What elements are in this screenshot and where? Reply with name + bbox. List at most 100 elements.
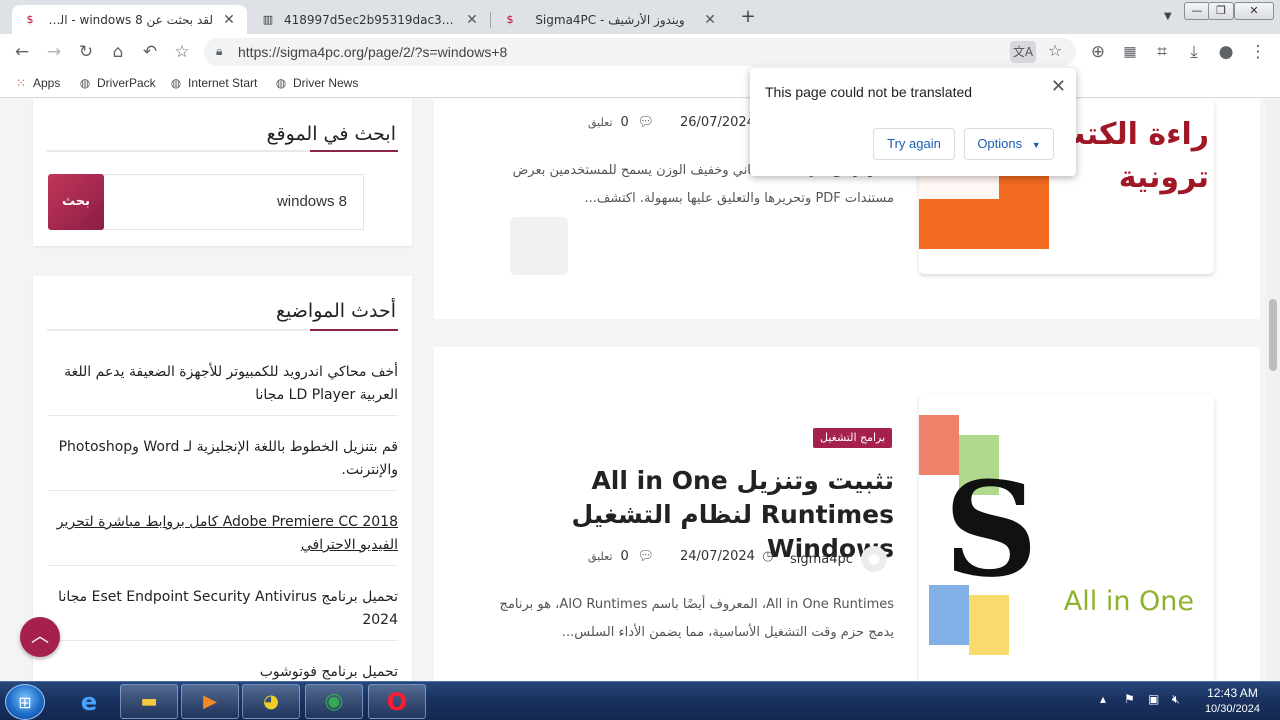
bookmark-apps[interactable]: ⁙ Apps bbox=[14, 76, 60, 90]
comments-count: 0 bbox=[620, 115, 629, 130]
recent-post-link[interactable]: Adobe Premiere CC 2018 كامل بروابط مباشر… bbox=[48, 511, 398, 557]
bookmark-internet-start[interactable]: ◍ Internet Start bbox=[169, 76, 258, 90]
section-underline bbox=[47, 150, 398, 152]
chevron-down-icon: ▼ bbox=[1031, 140, 1041, 150]
thumb-text: راءة الكتب bbox=[1055, 117, 1209, 152]
sigma-logo: S bbox=[944, 453, 1038, 606]
tab-archive[interactable]: $ ويندوز الأرشيف - Sigma4PC ✕ bbox=[492, 5, 728, 34]
file-explorer-icon[interactable]: ▬ bbox=[120, 684, 178, 719]
restore-button[interactable]: ❐ bbox=[1208, 2, 1234, 20]
clock-date: 10/30/2024 bbox=[1204, 703, 1260, 715]
recent-post-link[interactable]: أخف محاكي اندرويد للكمبيوتر للأجهزة الضع… bbox=[48, 361, 398, 407]
globe-icon: ◍ bbox=[275, 76, 287, 90]
options-label: Options bbox=[977, 136, 1023, 151]
search-button[interactable]: بحث bbox=[48, 174, 104, 230]
scrollbar-thumb[interactable] bbox=[1269, 299, 1277, 371]
profile-icon[interactable]: ● bbox=[1214, 40, 1238, 64]
document-favicon-icon: ▥ bbox=[262, 13, 274, 26]
post-date: 26/07/2024 bbox=[680, 115, 755, 130]
download-icon[interactable]: ⤓ bbox=[1182, 40, 1206, 64]
star-icon[interactable]: ☆ bbox=[1048, 41, 1062, 60]
action-center-flag-icon[interactable]: ⚑ bbox=[1124, 692, 1135, 706]
extension-icon[interactable]: ⊕ bbox=[1086, 40, 1110, 64]
url-text[interactable]: https://sigma4pc.org/page/2/?s=windows+8 bbox=[238, 44, 507, 60]
apps-grid-icon[interactable]: ▦ bbox=[1118, 40, 1142, 64]
search-input[interactable]: windows 8 bbox=[70, 174, 364, 230]
close-tab-icon[interactable]: ✕ bbox=[221, 12, 237, 28]
options-button[interactable]: Options ▼ bbox=[964, 128, 1054, 160]
tab-search-results[interactable]: $ لقد بحثت عن windows 8 - الصفحة 2 م ✕ bbox=[12, 5, 247, 34]
post-comments[interactable]: تعليق 0 💬︎ bbox=[588, 115, 655, 130]
translate-error-message: This page could not be translated bbox=[765, 84, 973, 100]
close-window-button[interactable]: ✕ bbox=[1234, 2, 1274, 20]
opera-icon[interactable]: O bbox=[368, 684, 426, 719]
loading-placeholder bbox=[510, 217, 568, 275]
post-comments[interactable]: تعليق 0 💬︎ bbox=[588, 549, 655, 564]
globe-icon: ◍ bbox=[170, 76, 182, 90]
tab-title: لقد بحثت عن windows 8 - الصفحة 2 م bbox=[46, 12, 213, 27]
globe-icon: ◍ bbox=[79, 76, 91, 90]
chrome-icon[interactable]: ◉ bbox=[305, 684, 363, 719]
date-text: 26/07/2024 bbox=[680, 115, 755, 130]
list-divider bbox=[48, 415, 398, 416]
translate-popup: This page could not be translated ✕ Try … bbox=[750, 68, 1076, 176]
avatar-icon: ● bbox=[860, 546, 887, 572]
search-input-value[interactable]: windows 8 bbox=[277, 193, 347, 210]
back-to-top-button[interactable]: ︿ bbox=[20, 617, 60, 657]
home-icon[interactable]: ⌂ bbox=[106, 40, 130, 64]
comments-icon: 💬︎ bbox=[637, 549, 655, 564]
windows-taskbar: ⊞ e ▬ ▶ ◕ ◉ O ▴ ⚑ ▣ 🔇︎ 12:43 AM 10/30/20… bbox=[0, 681, 1280, 720]
tab-document[interactable]: ▥ 418997d5ec2b95319dac341720e ✕ bbox=[250, 5, 490, 34]
start-button[interactable]: ⊞ bbox=[5, 684, 45, 720]
bookmark-driverpack[interactable]: ◍ DriverPack bbox=[78, 76, 156, 90]
tab-separator bbox=[490, 12, 491, 28]
bookmark-star-icon[interactable]: ☆ bbox=[170, 40, 194, 64]
recent-post-link[interactable]: قم بتنزيل الخطوط باللغة الإنجليزية لـ Wo… bbox=[48, 436, 398, 482]
tab-title: ويندوز الأرشيف - Sigma4PC bbox=[535, 12, 685, 27]
reload-icon[interactable]: ↻ bbox=[74, 40, 98, 64]
volume-muted-icon[interactable]: 🔇︎ bbox=[1172, 692, 1180, 707]
apps-grid-icon: ⁙ bbox=[15, 76, 27, 90]
driverpack-icon[interactable]: ◕ bbox=[242, 684, 300, 719]
close-icon[interactable]: ✕ bbox=[1051, 76, 1066, 97]
forward-arrow-icon[interactable]: → bbox=[42, 40, 66, 64]
tab-title: 418997d5ec2b95319dac341720e bbox=[284, 12, 456, 27]
category-badge[interactable]: برامج التشغيل bbox=[813, 428, 893, 448]
network-icon[interactable]: ▣ bbox=[1148, 692, 1159, 706]
comments-count: 0 bbox=[620, 549, 629, 564]
thumb-text: ترونية bbox=[1119, 160, 1209, 195]
crop-icon[interactable]: ⌗ bbox=[1150, 40, 1174, 64]
minimize-button[interactable]: — bbox=[1184, 2, 1210, 20]
translate-icon[interactable]: 文A bbox=[1010, 41, 1036, 63]
media-player-icon[interactable]: ▶ bbox=[181, 684, 239, 719]
recent-section-title: أحدث المواضيع bbox=[275, 300, 396, 322]
close-tab-icon[interactable]: ✕ bbox=[702, 12, 718, 28]
list-divider bbox=[48, 565, 398, 566]
recent-post-link[interactable]: تحميل برنامج فوتوشوب bbox=[48, 661, 398, 681]
new-tab-button[interactable]: + bbox=[738, 7, 758, 27]
system-clock[interactable]: 12:43 AM 10/30/2024 bbox=[1205, 685, 1260, 717]
undo-icon[interactable]: ↶ bbox=[138, 40, 162, 64]
sigma-favicon-icon: $ bbox=[506, 13, 514, 26]
back-arrow-icon[interactable]: ← bbox=[10, 40, 34, 64]
internet-explorer-icon[interactable]: e bbox=[60, 684, 118, 719]
bookmark-driver-news[interactable]: ◍ Driver News bbox=[274, 76, 359, 90]
search-section-title: ابحث في الموقع bbox=[266, 123, 396, 145]
show-hidden-icons-icon[interactable]: ▴ bbox=[1100, 692, 1106, 706]
author-name: sigma4pc bbox=[790, 551, 853, 567]
section-underline bbox=[47, 329, 398, 331]
address-bar[interactable]: 🔒︎ https://sigma4pc.org/page/2/?s=window… bbox=[204, 38, 1076, 66]
close-tab-icon[interactable]: ✕ bbox=[464, 12, 480, 28]
bookmark-label: DriverPack bbox=[97, 76, 156, 90]
menu-icon[interactable]: ⋮ bbox=[1246, 40, 1270, 64]
recent-post-link[interactable]: تحميل برنامج Eset Endpoint Security Anti… bbox=[48, 586, 398, 632]
try-again-button[interactable]: Try again bbox=[873, 128, 955, 160]
post-author[interactable]: sigma4pc ● bbox=[790, 546, 887, 572]
bookmarks-bar: ⁙ Apps ◍ DriverPack ◍ Internet Start ◍ D… bbox=[0, 70, 1280, 98]
post-excerpt: All in One Runtimes، المعروف أيضًا باسم … bbox=[499, 597, 894, 640]
tab-bar: $ لقد بحثت عن windows 8 - الصفحة 2 م ✕ ▥… bbox=[0, 0, 1280, 34]
tab-search-chevron-icon[interactable]: ▼ bbox=[1164, 11, 1172, 22]
lock-icon[interactable]: 🔒︎ bbox=[216, 44, 222, 59]
post-thumbnail[interactable]: S All in One bbox=[919, 395, 1214, 681]
page-scrollbar[interactable] bbox=[1266, 99, 1280, 681]
